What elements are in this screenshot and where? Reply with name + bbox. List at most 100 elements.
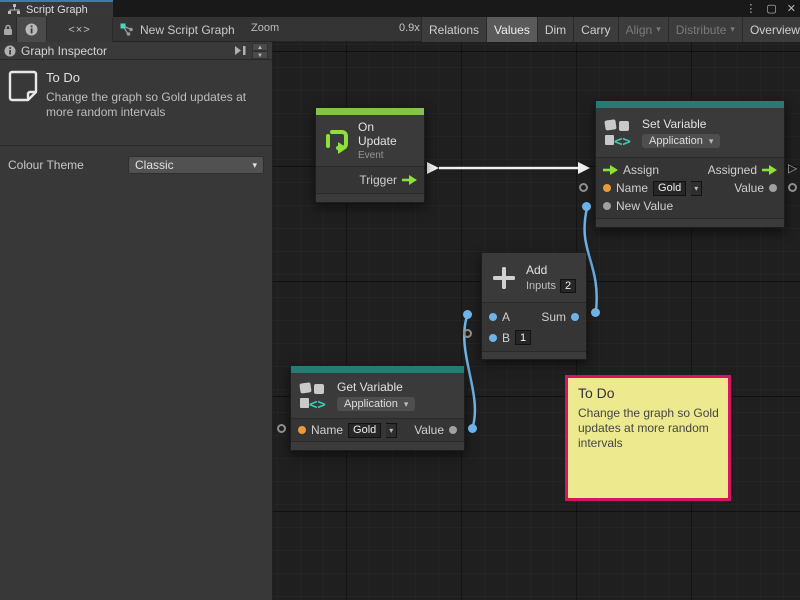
toolbar-button-dim[interactable]: Dim — [537, 17, 573, 42]
event-color-bar — [316, 108, 424, 115]
new-value-input-port[interactable] — [603, 202, 611, 210]
tab-label: Script Graph — [26, 4, 88, 16]
maximize-icon[interactable]: ▢ — [766, 2, 776, 15]
info-icon — [4, 45, 16, 57]
inspector-todo-section: To Do Change the graph so Gold updates a… — [0, 60, 272, 146]
colour-theme-label: Colour Theme — [8, 158, 128, 172]
sum-output-port[interactable] — [571, 313, 579, 321]
graph-icon — [8, 4, 21, 15]
get-variable-name-outer-port[interactable] — [277, 424, 286, 433]
set-variable-value-outer-port[interactable] — [788, 183, 797, 192]
scroll-down-icon[interactable]: ▼ — [252, 51, 268, 59]
variable-color-bar — [596, 101, 784, 108]
dock-icon[interactable] — [234, 45, 247, 56]
a-port-label: A — [502, 310, 510, 324]
graph-inspector-title: Graph Inspector — [21, 44, 107, 58]
name-port-label: Name — [311, 423, 343, 437]
trigger-port-label: Trigger — [359, 173, 397, 187]
toolbar-button-align[interactable]: Align ▾ — [618, 17, 668, 42]
toolbar: <×> New Script Graph Zoom 0.9x Relations… — [0, 17, 800, 42]
node-footer — [596, 218, 784, 227]
inspector-scroll-spinner[interactable]: ▲ ▼ — [252, 43, 268, 59]
variable-name-field[interactable]: Gold — [348, 423, 381, 438]
add-sum-outer-port[interactable] — [591, 308, 600, 317]
inspector-todo-text: Change the graph so Gold updates at more… — [46, 90, 268, 120]
name-input-port[interactable] — [603, 184, 611, 192]
value-output-port[interactable] — [449, 426, 457, 434]
set-variable-new-value-outer-port[interactable] — [582, 202, 591, 211]
zoom-value: 0.9x — [399, 22, 420, 34]
a-input-port[interactable] — [489, 313, 497, 321]
lock-button[interactable] — [0, 17, 17, 42]
get-variable-scope-dropdown[interactable]: Application ▾ — [337, 397, 415, 411]
b-value-field[interactable]: 1 — [515, 330, 531, 345]
variable-name-dropdown[interactable]: ▾ — [386, 423, 397, 438]
node-get-variable[interactable]: <> Get Variable Application ▾ Name Gold … — [290, 365, 465, 451]
get-variable-value-outer-port[interactable] — [468, 424, 477, 433]
name-port-label: Name — [616, 181, 648, 195]
tab-script-graph[interactable]: Script Graph — [0, 0, 113, 17]
inspector-toggle-button[interactable] — [17, 17, 47, 42]
chevron-down-icon: ▾ — [709, 136, 714, 147]
add-header: Add Inputs 2 — [482, 253, 586, 303]
inspector-todo-title: To Do — [46, 70, 80, 85]
control-input-port[interactable] — [603, 165, 618, 175]
new-script-graph-button[interactable]: New Script Graph — [120, 17, 235, 42]
sticky-note[interactable]: To Do Change the graph so Gold updates a… — [565, 375, 731, 501]
set-variable-name-outer-port[interactable] — [579, 183, 588, 192]
assigned-port-label: Assigned — [708, 163, 757, 177]
new-graph-icon — [120, 23, 134, 36]
assign-port-row: Assign Assigned — [596, 161, 784, 179]
new-graph-label: New Script Graph — [140, 23, 235, 37]
toolbar-button-relations[interactable]: Relations — [421, 17, 486, 42]
name-input-port[interactable] — [298, 426, 306, 434]
chevron-down-icon: ▾ — [252, 160, 257, 171]
new-value-port-label: New Value — [616, 199, 673, 213]
value-output-port[interactable] — [769, 184, 777, 192]
trigger-port-row: Trigger — [316, 167, 424, 193]
variable-name-field[interactable]: Gold — [653, 181, 686, 196]
scroll-up-icon[interactable]: ▲ — [252, 43, 268, 51]
svg-text:<>: <> — [614, 134, 631, 148]
svg-text:<>: <> — [309, 397, 326, 411]
kebab-menu-icon[interactable]: ⋮ — [745, 2, 756, 15]
toolbar-button-carry[interactable]: Carry — [573, 17, 617, 42]
on-update-subtitle: Event — [358, 150, 416, 161]
name-value-port-row: Name Gold ▾ Value — [291, 419, 464, 441]
toolbar-buttons: Relations Values Dim Carry Align ▾ Distr… — [421, 17, 800, 42]
lock-icon — [3, 24, 13, 36]
b-input-port[interactable] — [489, 334, 497, 342]
inputs-label: Inputs — [526, 280, 556, 292]
colour-theme-value: Classic — [135, 158, 174, 172]
chevron-down-icon: ▾ — [656, 24, 661, 35]
node-add[interactable]: Add Inputs 2 A Sum B 1 — [481, 252, 587, 360]
node-footer — [316, 193, 424, 202]
toolbar-button-overview[interactable]: Overview — [742, 17, 800, 42]
set-variable-header: <> Set Variable Application ▾ — [596, 108, 784, 158]
add-a-outer-port[interactable] — [463, 310, 472, 319]
toolbar-button-distribute[interactable]: Distribute ▾ — [668, 17, 742, 42]
sticky-note-text: Change the graph so Gold updates at more… — [578, 406, 720, 451]
variable-name-dropdown[interactable]: ▾ — [691, 181, 702, 196]
script-graph-window: Script Graph ⋮ ▢ ✕ <×> — [0, 0, 800, 600]
graph-inspector-panel: Graph Inspector ▲ ▼ To Do Change the gra… — [0, 42, 273, 600]
set-variable-scope-dropdown[interactable]: Application ▾ — [642, 134, 720, 148]
set-variable-assigned-outer-port[interactable]: ▷ — [788, 162, 797, 174]
node-on-update[interactable]: On Update Event Trigger — [315, 107, 425, 203]
add-b-outer-port[interactable] — [463, 329, 472, 338]
a-port-row: A Sum — [482, 306, 586, 327]
sticky-note-title: To Do — [578, 385, 718, 401]
assign-port-label: Assign — [623, 163, 659, 177]
variable-icon: <> — [604, 118, 634, 148]
colour-theme-dropdown[interactable]: Classic ▾ — [128, 156, 264, 174]
close-icon[interactable]: ✕ — [787, 2, 796, 15]
control-output-port[interactable] — [402, 175, 417, 185]
toolbar-button-values[interactable]: Values — [486, 17, 537, 42]
inputs-count-field[interactable]: 2 — [560, 279, 576, 293]
node-set-variable[interactable]: <> Set Variable Application ▾ Assign Ass… — [595, 100, 785, 228]
colour-theme-row: Colour Theme Classic ▾ — [0, 146, 272, 184]
control-output-port[interactable] — [762, 165, 777, 175]
add-title: Add — [526, 263, 576, 277]
on-update-header: On Update Event — [316, 115, 424, 167]
code-preview-button[interactable]: <×> — [47, 17, 113, 42]
